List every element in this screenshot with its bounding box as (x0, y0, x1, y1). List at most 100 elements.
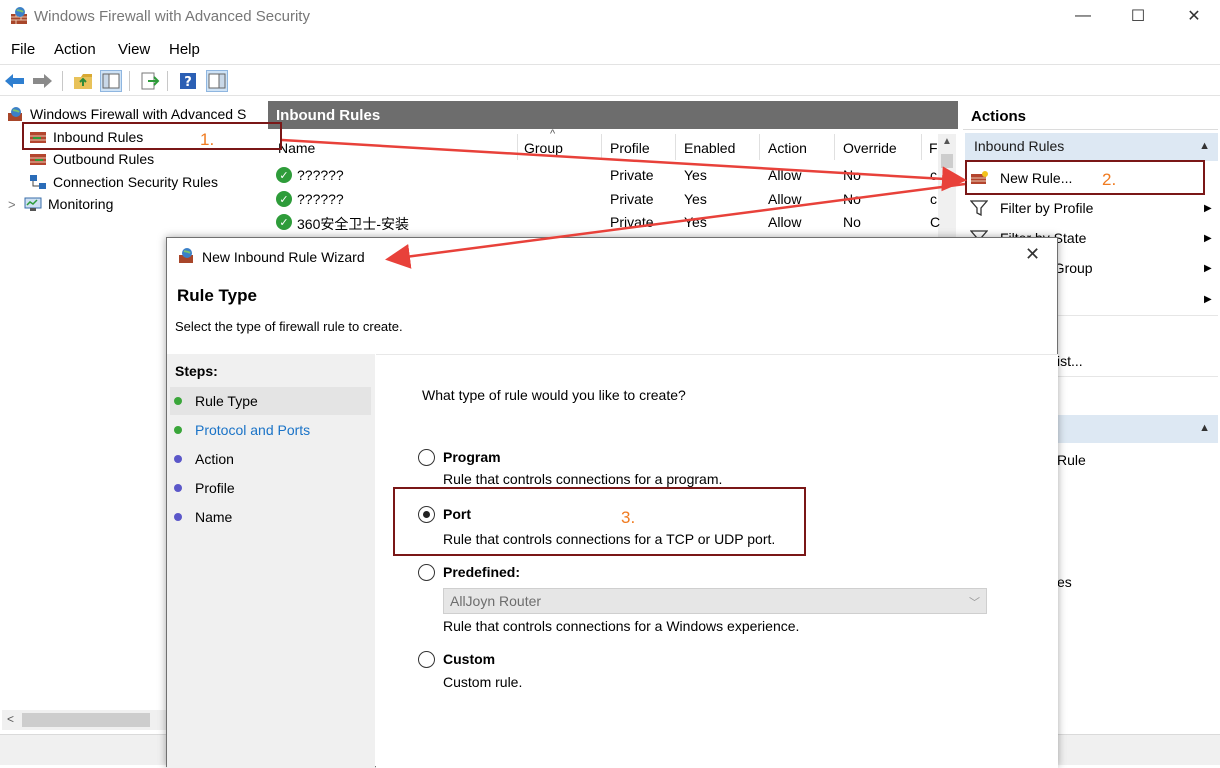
radio-program[interactable] (418, 449, 435, 466)
submenu-arrow-icon: ▶ (1204, 262, 1212, 274)
rule-extra: c (930, 167, 937, 183)
rule-name[interactable]: ?????? (297, 167, 344, 183)
rule-action: Allow (768, 191, 802, 207)
title-bar: Windows Firewall with Advanced Security … (0, 0, 1220, 34)
annotation-number-3: 3. (621, 508, 636, 527)
step-status-dot (174, 455, 182, 463)
svg-text:?: ? (184, 75, 192, 90)
back-arrow-icon[interactable] (4, 70, 26, 92)
radio-predefined[interactable] (418, 564, 435, 581)
wizard-main-pane (376, 354, 1058, 768)
option-desc-custom: Custom rule. (443, 674, 523, 690)
minimize-button[interactable]: — (1055, 0, 1111, 32)
filter-icon (970, 200, 988, 216)
export-list-icon[interactable] (139, 70, 161, 92)
step-label: Name (195, 509, 233, 525)
column-divider (601, 134, 602, 160)
step-label: Protocol and Ports (195, 422, 311, 438)
rule-extra: C (930, 214, 941, 230)
forward-arrow-icon[interactable] (31, 70, 53, 92)
action-label: Rule (1057, 452, 1086, 468)
toolbar-divider (129, 71, 130, 91)
column-header-name[interactable]: Name (278, 140, 315, 156)
toolbar-divider (62, 71, 63, 91)
up-folder-icon[interactable] (72, 70, 94, 92)
rule-enabled: Yes (684, 167, 707, 183)
action-export-list[interactable]: ist... (1057, 350, 1083, 372)
column-header-enabled[interactable]: Enabled (684, 140, 735, 156)
tree-item-outbound-rules[interactable]: Outbound Rules (29, 148, 154, 170)
annotation-number-1: 1. (200, 130, 215, 149)
annotation-box-1 (22, 122, 282, 150)
annotation-box-3 (393, 487, 806, 556)
option-label-program[interactable]: Program (443, 449, 501, 465)
page-subtitle: Select the type of firewall rule to crea… (175, 319, 403, 334)
rule-override: No (843, 214, 861, 230)
rule-extra: c (930, 191, 937, 207)
predefined-rule-select[interactable]: AllJoyn Router ﹀ (443, 588, 987, 614)
scroll-left-icon[interactable]: < (7, 712, 14, 726)
option-label-predefined[interactable]: Predefined: (443, 564, 520, 580)
step-action[interactable]: Action (167, 446, 371, 472)
step-status-dot (174, 397, 182, 405)
submenu-arrow-icon: ▶ (1204, 232, 1212, 244)
expand-chevron-icon[interactable]: > (8, 197, 24, 212)
rule-name[interactable]: ?????? (297, 191, 344, 207)
menu-help[interactable]: Help (169, 41, 200, 58)
step-label: Rule Type (195, 393, 258, 409)
rule-action: Allow (768, 167, 802, 183)
enabled-check-icon: ✓ (276, 191, 292, 207)
window-title: Windows Firewall with Advanced Security (34, 8, 310, 25)
firewall-icon (8, 107, 22, 121)
scroll-thumb[interactable] (22, 713, 150, 727)
actions-pane-title: Actions (963, 102, 1218, 130)
collapse-chevron-icon[interactable]: ▲ (1199, 140, 1210, 152)
collapse-chevron-icon[interactable]: ▲ (1199, 422, 1210, 434)
action-filter-by-profile[interactable]: Filter by Profile ▶ (970, 197, 1212, 219)
show-hide-action-pane-icon[interactable] (206, 70, 228, 92)
rule-name[interactable]: 360安全卫士-安装 (297, 214, 409, 234)
scroll-thumb[interactable] (941, 154, 953, 168)
step-profile[interactable]: Profile (167, 475, 371, 501)
submenu-arrow-icon: ▶ (1204, 202, 1212, 214)
menu-view[interactable]: View (118, 41, 150, 58)
steps-title: Steps: (175, 363, 218, 379)
step-protocol-and-ports[interactable]: Protocol and Ports (167, 417, 371, 443)
show-hide-tree-icon[interactable] (100, 70, 122, 92)
option-label-custom[interactable]: Custom (443, 651, 495, 667)
dialog-close-button[interactable]: ✕ (1025, 244, 1040, 265)
menu-file[interactable]: File (11, 41, 35, 58)
column-divider (921, 134, 922, 160)
step-rule-type[interactable]: Rule Type (167, 388, 371, 414)
action-label: ist... (1057, 353, 1083, 369)
help-icon[interactable]: ? (177, 70, 199, 92)
radio-custom[interactable] (418, 651, 435, 668)
action-properties[interactable]: es (1057, 571, 1072, 593)
step-status-dot (174, 513, 182, 521)
toolbar-divider (167, 71, 168, 91)
rule-override: No (843, 167, 861, 183)
dialog-title: New Inbound Rule Wizard (202, 249, 365, 265)
chevron-down-icon: ﹀ (969, 597, 980, 609)
menu-action[interactable]: Action (54, 41, 96, 58)
action-rule[interactable]: Rule (1057, 449, 1086, 471)
close-button[interactable]: ✕ (1166, 0, 1220, 32)
scroll-up-icon[interactable]: ▲ (942, 136, 952, 147)
tree-item-connection-security-rules[interactable]: Connection Security Rules (29, 171, 218, 193)
step-status-dot (174, 484, 182, 492)
tree-root-label: Windows Firewall with Advanced S (30, 106, 247, 122)
center-vertical-scrollbar[interactable]: ▲ (938, 134, 956, 238)
actions-section-inbound-rules[interactable]: Inbound Rules ▲ (965, 133, 1218, 161)
step-label: Profile (195, 480, 235, 496)
column-header-f[interactable]: F (929, 140, 938, 156)
tree-item-monitoring[interactable]: > Monitoring (8, 193, 113, 215)
section-label: Inbound Rules (974, 138, 1065, 154)
column-header-action[interactable]: Action (768, 140, 807, 156)
step-name[interactable]: Name (167, 504, 371, 530)
action-label: es (1057, 574, 1072, 590)
column-header-override[interactable]: Override (843, 140, 897, 156)
tree-item-label: Connection Security Rules (53, 174, 218, 190)
column-header-group[interactable]: Group (524, 140, 563, 156)
maximize-button[interactable]: ☐ (1110, 0, 1166, 32)
column-header-profile[interactable]: Profile (610, 140, 650, 156)
